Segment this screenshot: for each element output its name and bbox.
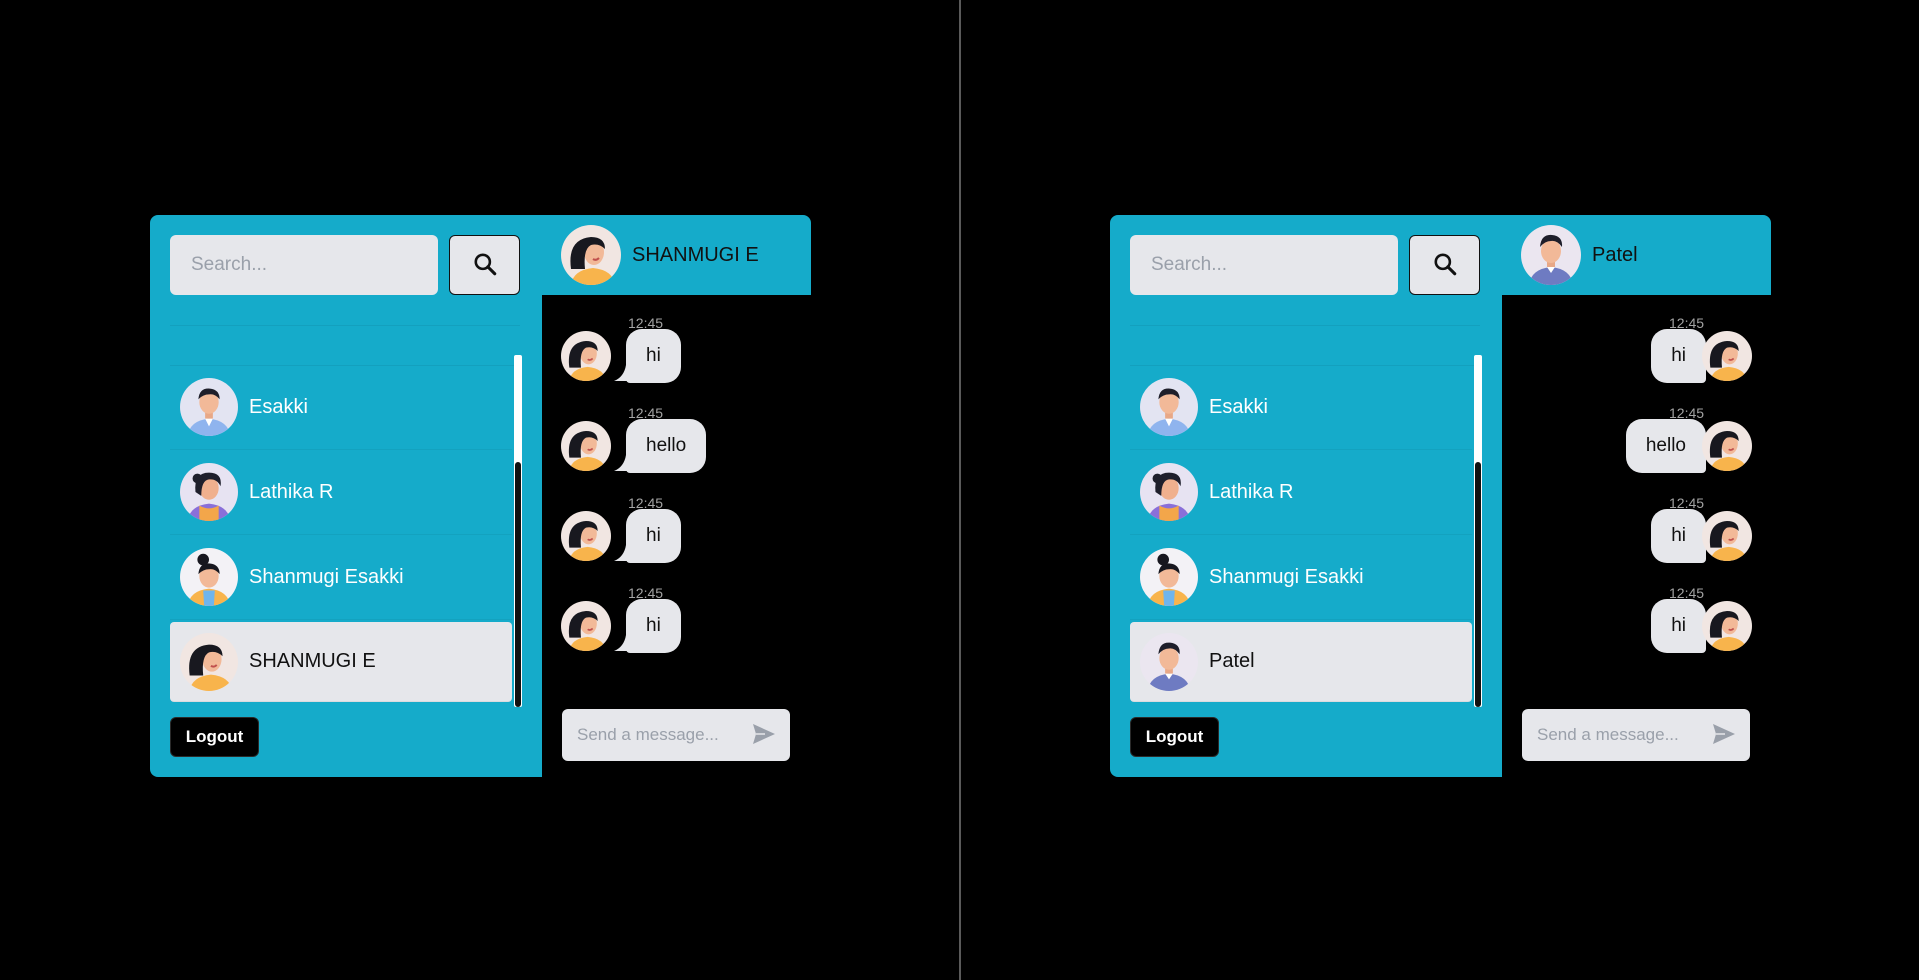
avatar — [1140, 548, 1198, 606]
chat-list-item-name: SHANMUGI E — [249, 650, 376, 672]
chat-list-item-selected[interactable]: Patel — [1130, 622, 1472, 702]
chat-list-item[interactable]: Shanmugi Esakki — [1130, 535, 1472, 620]
message-bubble: hi — [626, 509, 681, 563]
chat-list-item-name: Shanmugi Esakki — [249, 565, 404, 588]
chat-app: Esakki Lathika R Shanmugi Esakki SHANMUG… — [150, 215, 811, 777]
send-icon — [1712, 723, 1736, 748]
avatar — [1140, 378, 1198, 436]
chat-sidebar: Esakki Lathika R Shanmugi Esakki SHANMUG… — [150, 215, 542, 777]
chat-list-item[interactable]: Esakki — [1130, 365, 1472, 450]
logout-button[interactable]: Logout — [1130, 717, 1219, 757]
chat-list-item-name: Esakki — [1209, 395, 1268, 418]
chat-list-item[interactable]: Shanmugi Esakki — [170, 535, 512, 620]
send-button[interactable] — [1702, 709, 1746, 761]
avatar — [180, 633, 238, 691]
chat-sidebar: Esakki Lathika R Shanmugi Esakki Patel — [1110, 215, 1502, 777]
send-button[interactable] — [742, 709, 786, 761]
avatar — [1702, 601, 1752, 651]
message-input[interactable] — [562, 709, 742, 761]
message-bubble: hi — [626, 329, 681, 383]
avatar — [1702, 421, 1752, 471]
chat-header: Patel — [1502, 215, 1771, 295]
message: 12:45 hello — [542, 405, 811, 495]
search-input[interactable] — [170, 235, 438, 295]
bubble-tail — [1688, 545, 1706, 561]
message-composer — [562, 709, 790, 761]
avatar — [1702, 511, 1752, 561]
chat-list-item[interactable]: Lathika R — [170, 450, 512, 535]
avatar — [180, 548, 238, 606]
message: 12:45 hi — [1502, 315, 1771, 405]
search-button[interactable] — [449, 235, 520, 295]
divider — [1130, 325, 1480, 326]
message-input[interactable] — [1522, 709, 1702, 761]
avatar — [561, 225, 621, 285]
chat-list-item-name: Patel — [1209, 650, 1255, 672]
chat-app: Esakki Lathika R Shanmugi Esakki Patel — [1110, 215, 1771, 777]
message-bubble: hi — [626, 599, 681, 653]
message: 12:45 hi — [542, 315, 811, 405]
browser-window-right: Esakki Lathika R Shanmugi Esakki Patel — [961, 0, 1919, 980]
message: 12:45 hi — [1502, 495, 1771, 585]
chat-list: Esakki Lathika R Shanmugi Esakki SHANMUG… — [170, 365, 512, 702]
bubble-tail — [1688, 365, 1706, 381]
search-icon — [472, 251, 498, 280]
avatar — [561, 511, 611, 561]
avatar — [180, 378, 238, 436]
message-bubble: hello — [626, 419, 707, 473]
message: 12:45 hi — [1502, 585, 1771, 675]
scrollbar-thumb[interactable] — [515, 462, 521, 707]
chat-panel: Patel 12:45 hi 12:45 hello 12:45 hi 12:4… — [1502, 215, 1771, 777]
chat-list: Esakki Lathika R Shanmugi Esakki Patel — [1130, 365, 1472, 702]
chat-list-item-name: Esakki — [249, 395, 308, 418]
avatar — [1521, 225, 1581, 285]
message: 12:45 hi — [542, 495, 811, 585]
chat-list-item[interactable]: Lathika R — [1130, 450, 1472, 535]
bubble-tail — [1688, 635, 1706, 651]
avatar — [1140, 463, 1198, 521]
message-list: 12:45 hi 12:45 hello 12:45 hi 12:45 hi — [1502, 315, 1771, 675]
search-button[interactable] — [1409, 235, 1480, 295]
message-list: 12:45 hi 12:45 hello 12:45 hi 12:45 hi — [542, 315, 811, 675]
chat-header-name: SHANMUGI E — [632, 243, 759, 266]
send-icon — [752, 723, 776, 748]
chat-header: SHANMUGI E — [542, 215, 811, 295]
chat-list-item-name: Shanmugi Esakki — [1209, 565, 1364, 588]
message: 12:45 hello — [1502, 405, 1771, 495]
chat-panel: SHANMUGI E 12:45 hi 12:45 hello 12:45 hi… — [542, 215, 811, 777]
scrollbar-thumb[interactable] — [1475, 462, 1481, 707]
chat-list-item-selected[interactable]: SHANMUGI E — [170, 622, 512, 702]
divider — [170, 325, 520, 326]
search-icon — [1432, 251, 1458, 280]
browser-window-left: Esakki Lathika R Shanmugi Esakki SHANMUG… — [0, 0, 959, 980]
logout-button[interactable]: Logout — [170, 717, 259, 757]
avatar — [561, 601, 611, 651]
avatar — [180, 463, 238, 521]
chat-header-name: Patel — [1592, 243, 1638, 266]
avatar — [1140, 633, 1198, 691]
search-input[interactable] — [1130, 235, 1398, 295]
message-composer — [1522, 709, 1750, 761]
message: 12:45 hi — [542, 585, 811, 675]
chat-list-item-name: Lathika R — [249, 480, 334, 503]
bubble-tail — [1688, 455, 1706, 471]
chat-list-item-name: Lathika R — [1209, 480, 1294, 503]
chat-list-item[interactable]: Esakki — [170, 365, 512, 450]
avatar — [561, 331, 611, 381]
avatar — [1702, 331, 1752, 381]
desktop-screen: Esakki Lathika R Shanmugi Esakki SHANMUG… — [0, 0, 1919, 980]
avatar — [561, 421, 611, 471]
